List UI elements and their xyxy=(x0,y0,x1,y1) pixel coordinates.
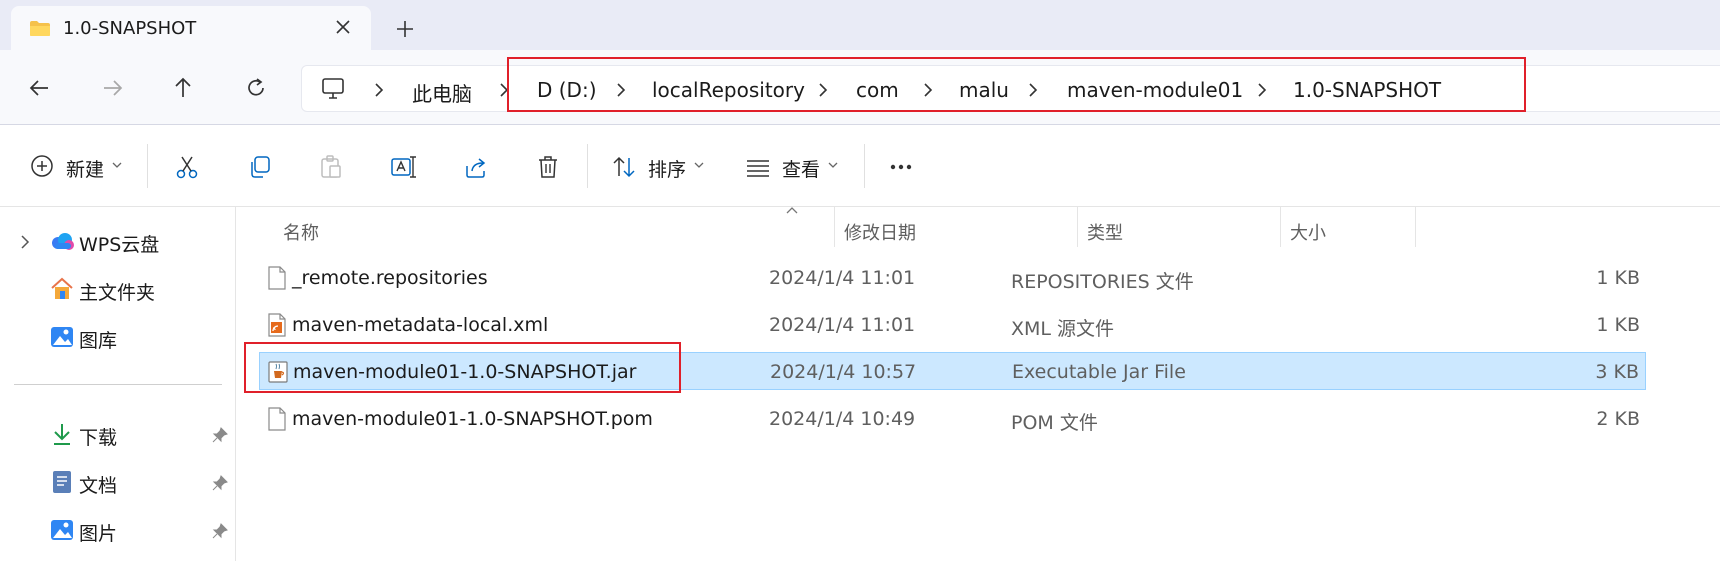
computer-icon[interactable] xyxy=(320,77,346,101)
file-size: 2 KB xyxy=(1596,408,1640,430)
sidebar-item-label: WPS云盘 xyxy=(79,234,160,256)
share-icon[interactable] xyxy=(463,154,489,180)
column-header-type[interactable]: 类型 xyxy=(1087,219,1123,245)
tab-title: 1.0-SNAPSHOT xyxy=(63,18,197,39)
generic-file-icon xyxy=(268,407,286,431)
home-icon xyxy=(51,277,73,299)
file-name: maven-metadata-local.xml xyxy=(292,314,549,336)
sort-ascending-icon xyxy=(786,207,798,214)
cut-icon[interactable] xyxy=(174,154,200,180)
up-arrow-icon[interactable] xyxy=(170,75,196,101)
pin-icon[interactable] xyxy=(211,522,229,540)
file-type: XML 源文件 xyxy=(1011,318,1115,340)
navigation-pane: WPS云盘 主文件夹 图库 下载 文档 图片 xyxy=(0,207,236,561)
file-size: 1 KB xyxy=(1596,314,1640,336)
copy-icon[interactable] xyxy=(247,154,273,180)
xml-file-icon xyxy=(268,313,286,337)
plus-icon[interactable] xyxy=(393,17,417,41)
chevron-right-icon[interactable] xyxy=(18,233,32,251)
sidebar-item-documents[interactable]: 文档 xyxy=(0,463,236,503)
file-type: Executable Jar File xyxy=(1012,361,1186,383)
file-row[interactable]: maven-metadata-local.xml 2024/1/4 11:01 … xyxy=(259,306,1646,344)
pin-icon[interactable] xyxy=(211,474,229,492)
breadcrumb-this-pc[interactable]: 此电脑 xyxy=(412,78,472,107)
generic-file-icon xyxy=(268,266,286,290)
column-header-date[interactable]: 修改日期 xyxy=(844,219,916,245)
sort-button-label: 排序 xyxy=(648,159,687,181)
sidebar-item-label: 文档 xyxy=(79,475,118,497)
more-options-icon[interactable] xyxy=(888,154,914,180)
folder-icon xyxy=(30,21,50,36)
paste-icon[interactable] xyxy=(318,154,344,180)
file-date: 2024/1/4 10:57 xyxy=(770,361,917,383)
forward-arrow-icon[interactable] xyxy=(99,75,125,101)
delete-icon[interactable] xyxy=(535,154,561,180)
command-bar: 新建 排序 查看 xyxy=(0,126,1720,207)
file-row[interactable]: _remote.repositories 2024/1/4 11:01 REPO… xyxy=(259,259,1646,297)
sort-icon xyxy=(613,156,635,178)
column-header-name[interactable]: 名称 xyxy=(283,219,319,245)
sidebar-item-home[interactable]: 主文件夹 xyxy=(0,270,236,310)
chevron-right-icon[interactable] xyxy=(372,81,386,99)
gallery-icon xyxy=(51,327,73,347)
file-size: 1 KB xyxy=(1596,267,1640,289)
plus-circle-icon xyxy=(31,155,53,177)
refresh-icon[interactable] xyxy=(243,75,269,101)
view-button-label: 查看 xyxy=(782,159,821,181)
cloud-icon xyxy=(52,233,74,250)
file-date: 2024/1/4 10:49 xyxy=(769,408,916,430)
highlight-box-address xyxy=(507,57,1526,112)
sidebar-item-pictures[interactable]: 图片 xyxy=(0,511,236,551)
view-list-icon xyxy=(747,160,769,177)
new-button-label: 新建 xyxy=(66,159,105,181)
file-type: REPOSITORIES 文件 xyxy=(1011,271,1194,293)
divider xyxy=(14,384,222,385)
sidebar-item-label: 图片 xyxy=(79,523,118,545)
file-name: _remote.repositories xyxy=(292,267,488,289)
sidebar-item-gallery[interactable]: 图库 xyxy=(0,318,236,358)
file-size: 3 KB xyxy=(1595,361,1639,383)
sidebar-item-label: 下载 xyxy=(79,427,118,449)
file-name: maven-module01-1.0-SNAPSHOT.pom xyxy=(292,408,653,430)
file-date: 2024/1/4 11:01 xyxy=(769,267,916,289)
chevron-down-icon xyxy=(694,162,704,168)
tab-strip: 1.0-SNAPSHOT xyxy=(0,0,1720,50)
sidebar-item-label: 主文件夹 xyxy=(79,282,156,304)
sidebar-item-downloads[interactable]: 下载 xyxy=(0,415,236,455)
download-icon xyxy=(54,424,70,445)
tab-1-0-snapshot[interactable]: 1.0-SNAPSHOT xyxy=(11,6,371,50)
file-date: 2024/1/4 11:01 xyxy=(769,314,916,336)
pictures-icon xyxy=(51,520,73,540)
back-arrow-icon[interactable] xyxy=(27,75,53,101)
sidebar-item-wps-cloud[interactable]: WPS云盘 xyxy=(0,222,236,262)
rename-icon[interactable] xyxy=(390,154,416,180)
file-row[interactable]: maven-module01-1.0-SNAPSHOT.pom 2024/1/4… xyxy=(259,400,1646,438)
pin-icon[interactable] xyxy=(211,426,229,444)
document-icon xyxy=(53,471,71,493)
file-type: POM 文件 xyxy=(1011,412,1098,434)
chevron-down-icon xyxy=(828,162,838,168)
highlight-box-jar-file xyxy=(244,342,681,393)
close-icon[interactable] xyxy=(332,16,354,38)
column-header-size[interactable]: 大小 xyxy=(1290,219,1326,245)
chevron-down-icon xyxy=(112,162,122,168)
sidebar-item-label: 图库 xyxy=(79,330,118,352)
